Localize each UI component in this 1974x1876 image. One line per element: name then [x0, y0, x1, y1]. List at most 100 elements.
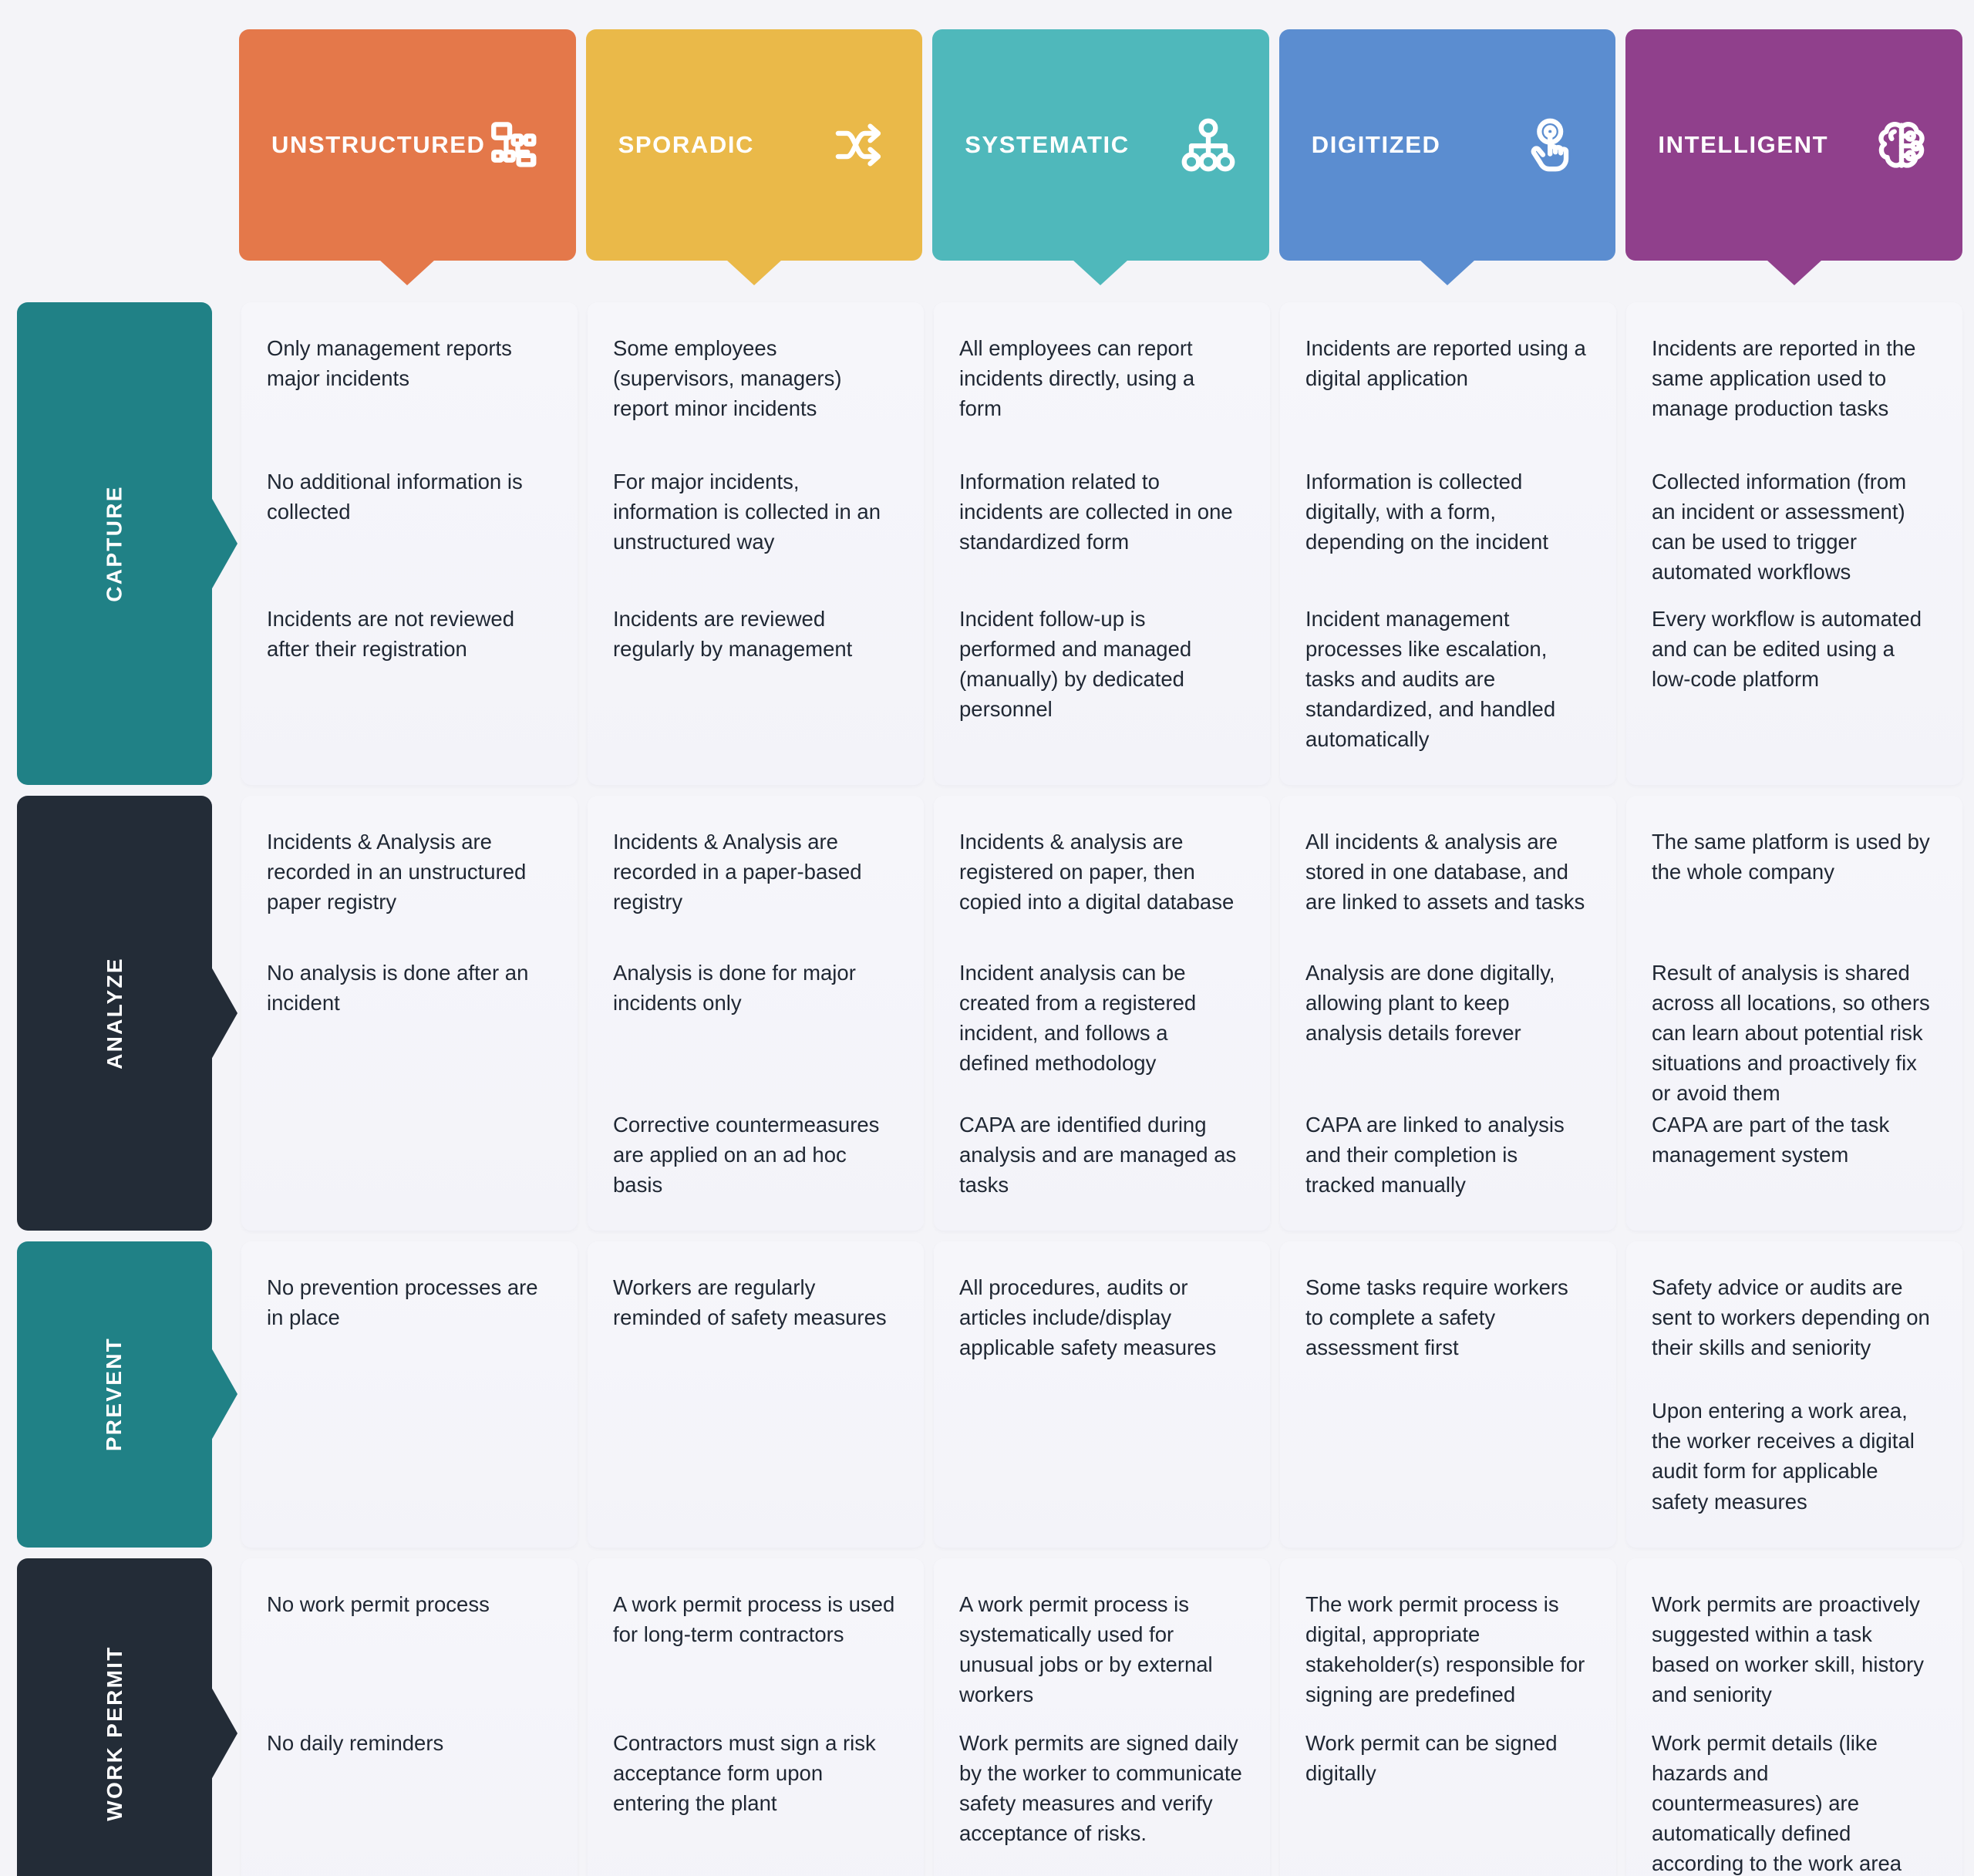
column-header-card: SPORADIC: [585, 29, 923, 285]
row-label-pointer: [211, 497, 237, 591]
row-label-text: ANALYZE: [102, 957, 126, 1070]
hierarchy-sitemap-icon: [1180, 116, 1237, 173]
column-header-label: UNSTRUCTURED: [271, 130, 486, 158]
cell-item: All procedures, audits or articles inclu…: [959, 1275, 1217, 1360]
cell-item: Incident follow-up is performed and mana…: [959, 607, 1192, 722]
row-label-work-permit: WORK PERMIT: [17, 1558, 237, 1876]
matrix-cell: Workers are regularly reminded of safety…: [588, 1241, 924, 1548]
row-cells: No prevention processes are in place Work…: [241, 1241, 1962, 1548]
cell-item: Corrective countermeasures are applied o…: [613, 1113, 880, 1197]
cell-item: Only management reports major incidents: [267, 336, 512, 391]
cell-item: Analysis are done digitally, allowing pl…: [1305, 961, 1555, 1046]
cell-item: No daily reminders: [267, 1730, 444, 1755]
touch-tap-hand-icon: [1526, 116, 1583, 173]
column-header-pointer: [726, 260, 782, 285]
cell-item: CAPA are identified during analysis and …: [959, 1113, 1237, 1197]
cell-item: Incidents & analysis are registered on p…: [959, 830, 1235, 914]
row-label-capture: CAPTURE: [17, 302, 237, 786]
matrix-cell: A work permit process is used for long-t…: [588, 1558, 924, 1876]
cell-item: Incidents & Analysis are recorded in a p…: [613, 830, 862, 914]
cell-item: No work permit process: [267, 1591, 490, 1616]
row-cells: Only management reports major incidents N…: [241, 302, 1962, 786]
cell-item: Safety advice or audits are sent to work…: [1652, 1275, 1930, 1360]
column-header-card: DIGITIZED: [1278, 29, 1616, 285]
column-header-systematic: SYSTEMATIC: [932, 29, 1269, 285]
matrix-row-prevent: PREVENT No prevention processes are in pl…: [17, 1241, 1962, 1548]
row-cells: No work permit process No daily reminders…: [241, 1558, 1962, 1876]
matrix-cell: Incidents are reported using a digital a…: [1280, 302, 1616, 786]
cell-item: Incidents are reported using a digital a…: [1305, 336, 1586, 391]
matrix-cell: No prevention processes are in place: [241, 1241, 578, 1548]
matrix-cell: Incidents & Analysis are recorded in an …: [241, 796, 578, 1231]
row-label-pointer: [211, 1348, 237, 1441]
cell-item: A work permit process is systematically …: [959, 1591, 1213, 1706]
column-header-pointer: [1766, 260, 1822, 285]
blocks-grid-icon: [487, 116, 544, 173]
column-header-pointer: [1420, 260, 1476, 285]
cell-item: All incidents & analysis are stored in o…: [1305, 830, 1585, 914]
cell-item: Workers are regularly reminded of safety…: [613, 1275, 887, 1330]
cell-item: Collected information (from an incident …: [1652, 470, 1907, 584]
matrix-cell: All employees can report incidents direc…: [934, 302, 1270, 786]
cell-item: Work permit details (like hazards and co…: [1652, 1730, 1902, 1875]
cell-item: Analysis is done for major incidents onl…: [613, 961, 856, 1015]
row-label-pointer: [211, 1687, 237, 1780]
maturity-matrix: UNSTRUCTURED SPORADIC SYSTEMATIC DIGITIZ…: [0, 0, 1974, 1876]
column-header-card: UNSTRUCTURED: [239, 29, 576, 285]
column-header-intelligent: INTELLIGENT: [1625, 29, 1962, 285]
cell-item: No analysis is done after an incident: [267, 961, 529, 1015]
cell-item: Upon entering a work area, the worker re…: [1652, 1399, 1915, 1514]
cell-item: Information is collected digitally, with…: [1305, 470, 1548, 554]
cell-item: Incident management processes like escal…: [1305, 607, 1556, 752]
column-header-label: SPORADIC: [618, 130, 755, 158]
column-header-card: SYSTEMATIC: [932, 29, 1269, 285]
cell-item: Incident analysis can be created from a …: [959, 961, 1197, 1076]
column-header-row: UNSTRUCTURED SPORADIC SYSTEMATIC DIGITIZ…: [239, 29, 1962, 285]
matrix-row-analyze: ANALYZE Incidents & Analysis are recorded…: [17, 796, 1962, 1231]
row-cells: Incidents & Analysis are recorded in an …: [241, 796, 1962, 1231]
row-label-text: CAPTURE: [102, 485, 126, 602]
cell-item: Incidents are not reviewed after their r…: [267, 607, 515, 662]
column-header-label: INTELLIGENT: [1658, 130, 1829, 158]
cell-item: For major incidents, information is coll…: [613, 470, 881, 554]
column-header-pointer: [379, 260, 436, 285]
matrix-cell: Some employees (supervisors, managers) r…: [588, 302, 924, 786]
row-label-analyze: ANALYZE: [17, 796, 237, 1231]
cell-item: Incidents are reported in the same appli…: [1652, 336, 1916, 421]
matrix-cell: No work permit process No daily reminders: [241, 1558, 578, 1876]
matrix-cell: Some tasks require workers to complete a…: [1280, 1241, 1616, 1548]
column-header-card: INTELLIGENT: [1625, 29, 1962, 285]
row-label-text: PREVENT: [102, 1337, 126, 1452]
cell-item: A work permit process is used for long-t…: [613, 1591, 895, 1646]
matrix-cell: All incidents & analysis are stored in o…: [1280, 796, 1616, 1231]
cell-item: All employees can report incidents direc…: [959, 336, 1195, 421]
cell-item: Every workflow is automated and can be e…: [1652, 607, 1922, 692]
column-header-digitized: DIGITIZED: [1278, 29, 1616, 285]
cell-item: Incidents & Analysis are recorded in an …: [267, 830, 527, 914]
cell-item: Contractors must sign a risk acceptance …: [613, 1730, 876, 1815]
cell-item: No additional information is collected: [267, 470, 523, 524]
column-header-sporadic: SPORADIC: [585, 29, 923, 285]
cell-item: Result of analysis is shared across all …: [1652, 961, 1930, 1106]
cell-item: CAPA are linked to analysis and their co…: [1305, 1113, 1565, 1197]
cell-item: Some tasks require workers to complete a…: [1305, 1275, 1568, 1360]
matrix-cell: All procedures, audits or articles inclu…: [934, 1241, 1270, 1548]
cell-item: No prevention processes are in place: [267, 1275, 538, 1330]
matrix-cell: The work permit process is digital, appr…: [1280, 1558, 1616, 1876]
matrix-cell: Incidents & analysis are registered on p…: [934, 796, 1270, 1231]
matrix-body: CAPTURE Only management reports major inc…: [17, 302, 1962, 1876]
shuffle-arrows-icon: [833, 116, 890, 173]
column-header-label: SYSTEMATIC: [965, 130, 1130, 158]
matrix-cell: Work permits are proactively suggested w…: [1626, 1558, 1962, 1876]
row-label-text: WORK PERMIT: [102, 1645, 126, 1821]
column-header-label: DIGITIZED: [1311, 130, 1441, 158]
cell-item: Work permits are signed daily by the wor…: [959, 1730, 1242, 1845]
cell-item: Some employees (supervisors, managers) r…: [613, 336, 842, 421]
cell-item: The same platform is used by the whole c…: [1652, 830, 1930, 884]
row-label-prevent: PREVENT: [17, 1241, 237, 1548]
column-header-pointer: [1073, 260, 1129, 285]
brain-ai-icon: [1873, 116, 1930, 173]
row-label-pointer: [211, 967, 237, 1060]
cell-item: The work permit process is digital, appr…: [1305, 1591, 1585, 1706]
matrix-cell: The same platform is used by the whole c…: [1626, 796, 1962, 1231]
